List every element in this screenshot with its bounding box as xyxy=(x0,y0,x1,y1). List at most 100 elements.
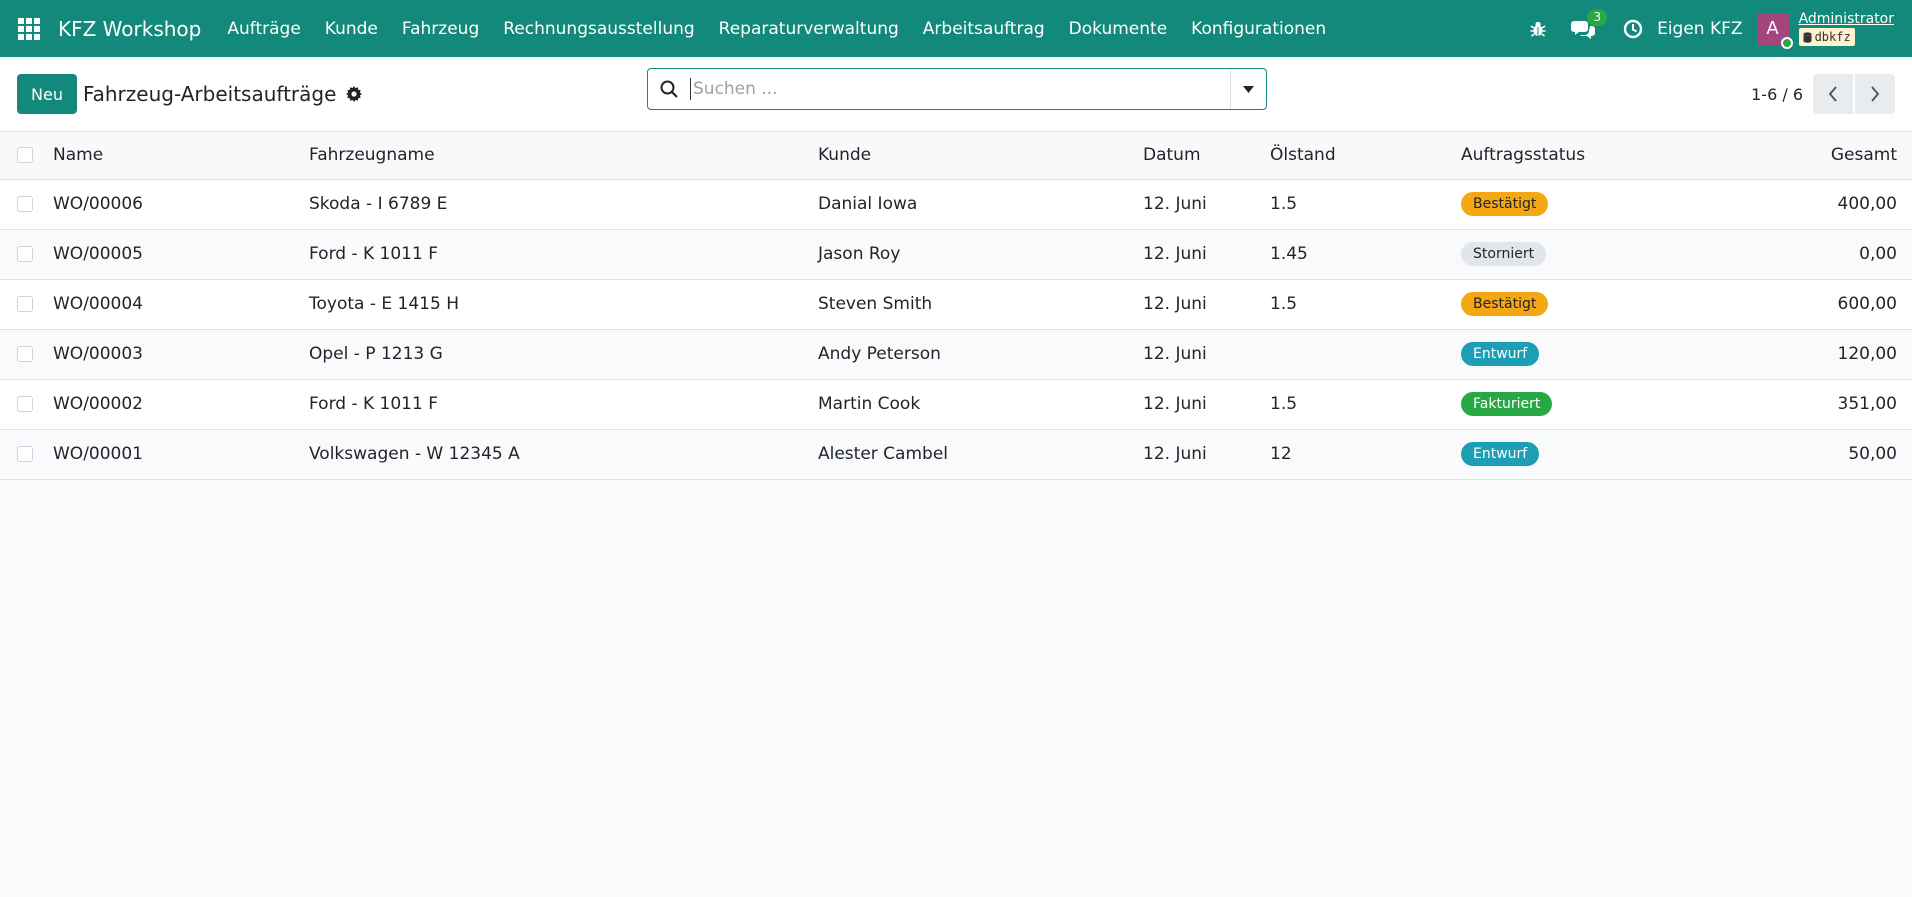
gear-icon[interactable] xyxy=(346,86,363,102)
cell-status: Bestätigt xyxy=(1461,279,1712,330)
menu-item-dokumente[interactable]: Dokumente xyxy=(1069,19,1168,39)
work-order-table: Name Fahrzeugname Kunde Datum Ölstand Au… xyxy=(0,132,1912,480)
status-badge: Entwurf xyxy=(1461,442,1540,466)
row-select-cell xyxy=(0,379,53,430)
cell-date: 12. Juni xyxy=(1143,329,1270,380)
cell-status: Entwurf xyxy=(1461,429,1712,480)
row-checkbox[interactable] xyxy=(17,196,33,212)
row-select-cell xyxy=(0,279,53,330)
menu-item-konfigurationen[interactable]: Konfigurationen xyxy=(1191,19,1326,39)
new-button[interactable]: Neu xyxy=(17,74,77,114)
work-order-list: Name Fahrzeugname Kunde Datum Ölstand Au… xyxy=(0,131,1912,480)
pager: 1-6 / 6 xyxy=(1751,74,1895,114)
menu-item-kunde[interactable]: Kunde xyxy=(325,19,378,39)
table-row[interactable]: WO/00003 Opel - P 1213 G Andy Peterson 1… xyxy=(0,329,1912,380)
cell-date: 12. Juni xyxy=(1143,429,1270,480)
row-select-cell xyxy=(0,229,53,280)
cell-vehicle: Toyota - E 1415 H xyxy=(309,279,818,330)
table-row[interactable]: WO/00002 Ford - K 1011 F Martin Cook 12.… xyxy=(0,379,1912,430)
table-header-row: Name Fahrzeugname Kunde Datum Ölstand Au… xyxy=(0,132,1912,180)
cell-vehicle: Opel - P 1213 G xyxy=(309,329,818,380)
table-row[interactable]: WO/00006 Skoda - I 6789 E Danial Iowa 12… xyxy=(0,179,1912,230)
table-row[interactable]: WO/00004 Toyota - E 1415 H Steven Smith … xyxy=(0,279,1912,330)
cell-total: 600,00 xyxy=(1712,279,1912,330)
cell-name: WO/00005 xyxy=(53,229,309,280)
apps-menu-icon[interactable] xyxy=(18,17,40,40)
select-all-checkbox[interactable] xyxy=(17,147,33,164)
search-input[interactable] xyxy=(690,78,1230,100)
chevron-left-icon xyxy=(1828,86,1837,102)
status-badge: Fakturiert xyxy=(1461,392,1553,416)
menu-item-arbeitsauftrag[interactable]: Arbeitsauftrag xyxy=(923,19,1045,39)
status-badge: Entwurf xyxy=(1461,342,1540,366)
cell-status: Bestätigt xyxy=(1461,179,1712,230)
caret-down-icon xyxy=(1243,85,1254,93)
app-brand[interactable]: KFZ Workshop xyxy=(58,17,201,41)
table-row[interactable]: WO/00005 Ford - K 1011 F Jason Roy 12. J… xyxy=(0,229,1912,280)
cell-status: Entwurf xyxy=(1461,329,1712,380)
cell-name: WO/00002 xyxy=(53,379,309,430)
column-header-name[interactable]: Name xyxy=(53,132,309,180)
table-row[interactable]: WO/00001 Volkswagen - W 12345 A Alester … xyxy=(0,429,1912,480)
cell-total: 0,00 xyxy=(1712,229,1912,280)
pager-value[interactable]: 1-6 / 6 xyxy=(1751,85,1803,104)
cell-total: 120,00 xyxy=(1712,329,1912,380)
row-checkbox[interactable] xyxy=(17,246,33,262)
status-badge: Bestätigt xyxy=(1461,292,1549,316)
status-badge: Storniert xyxy=(1461,242,1547,266)
select-all-cell xyxy=(0,132,53,180)
database-icon xyxy=(1803,31,1812,43)
column-header-gesamt[interactable]: Gesamt xyxy=(1712,132,1912,180)
chevron-right-icon xyxy=(1871,86,1880,102)
cell-status: Storniert xyxy=(1461,229,1712,280)
bug-icon[interactable] xyxy=(1529,20,1547,38)
cell-vehicle: Skoda - I 6789 E xyxy=(309,179,818,230)
cell-customer: Steven Smith xyxy=(818,279,1143,330)
menu-item-rechnungsausstellung[interactable]: Rechnungsausstellung xyxy=(503,19,694,39)
cell-date: 12. Juni xyxy=(1143,229,1270,280)
column-header-datum[interactable]: Datum xyxy=(1143,132,1270,180)
column-header-auftragsstatus[interactable]: Auftragsstatus xyxy=(1461,132,1712,180)
cell-name: WO/00003 xyxy=(53,329,309,380)
cell-customer: Jason Roy xyxy=(818,229,1143,280)
page-title: Fahrzeug-Arbeitsaufträge xyxy=(82,82,337,106)
column-header-kunde[interactable]: Kunde xyxy=(818,132,1143,180)
user-menu[interactable]: Administrator dbkfz xyxy=(1798,11,1894,46)
chat-icon[interactable]: 3 xyxy=(1571,8,1608,39)
user-name[interactable]: Administrator xyxy=(1799,11,1894,27)
menu-item-fahrzeug[interactable]: Fahrzeug xyxy=(402,19,479,39)
user-avatar[interactable]: A xyxy=(1756,12,1793,49)
cell-customer: Alester Cambel xyxy=(818,429,1143,480)
row-checkbox[interactable] xyxy=(17,446,33,462)
menu-item-reparaturverwaltung[interactable]: Reparaturverwaltung xyxy=(719,19,899,39)
row-checkbox[interactable] xyxy=(17,346,33,362)
column-header-oelstand[interactable]: Ölstand xyxy=(1270,132,1461,180)
search-options-toggle[interactable] xyxy=(1230,69,1266,109)
navbar-systray: 3 Eigen KFZ A Administrator dbkfz xyxy=(1529,8,1894,49)
chat-count-badge: 3 xyxy=(1587,8,1608,26)
row-select-cell xyxy=(0,179,53,230)
cell-date: 12. Juni xyxy=(1143,379,1270,430)
cell-oil-level: 1.5 xyxy=(1270,379,1461,430)
clock-icon[interactable] xyxy=(1623,19,1643,39)
cell-status: Fakturiert xyxy=(1461,379,1712,430)
pager-next-button[interactable] xyxy=(1855,74,1895,114)
row-checkbox[interactable] xyxy=(17,296,33,312)
search-bar xyxy=(647,68,1267,110)
avatar-letter: A xyxy=(1766,18,1779,39)
pager-previous-button[interactable] xyxy=(1813,74,1853,114)
status-badge: Bestätigt xyxy=(1461,192,1549,216)
cell-customer: Martin Cook xyxy=(818,379,1143,430)
cell-name: WO/00001 xyxy=(53,429,309,480)
row-checkbox[interactable] xyxy=(17,396,33,412)
cell-oil-level: 12 xyxy=(1270,429,1461,480)
row-select-cell xyxy=(0,329,53,380)
cell-customer: Andy Peterson xyxy=(818,329,1143,380)
column-header-fahrzeugname[interactable]: Fahrzeugname xyxy=(309,132,818,180)
company-switcher[interactable]: Eigen KFZ xyxy=(1657,19,1742,39)
control-panel: Neu Fahrzeug-Arbeitsaufträge 1-6 / 6 xyxy=(0,57,1912,131)
menu-item-auftraege[interactable]: Aufträge xyxy=(227,19,300,39)
database-name: dbkfz xyxy=(1814,30,1851,44)
cell-total: 50,00 xyxy=(1712,429,1912,480)
cell-name: WO/00004 xyxy=(53,279,309,330)
